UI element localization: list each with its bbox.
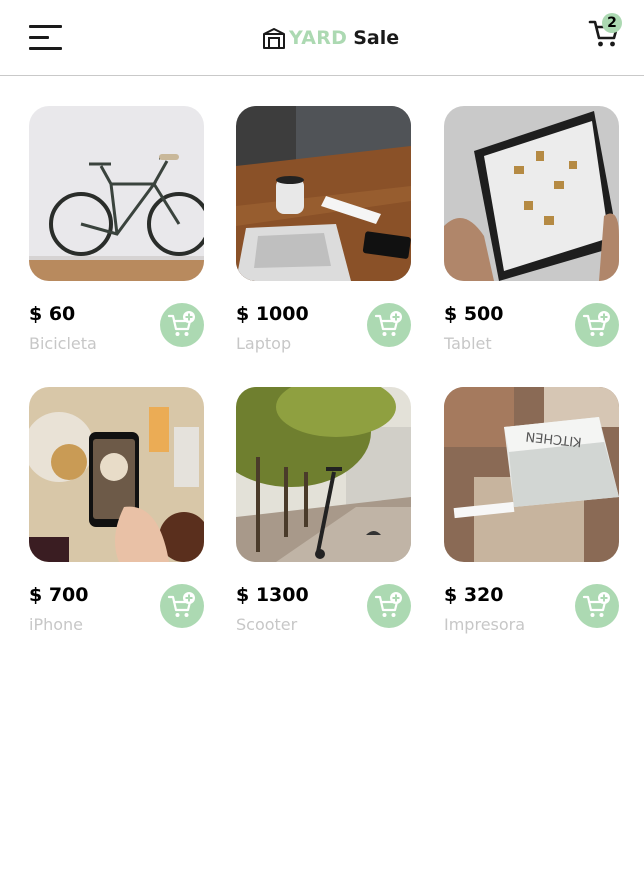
logo-text-yard: YARD [289,27,348,49]
add-to-cart-button[interactable] [575,584,619,628]
product-price: $ 1000 [236,303,309,325]
add-to-cart-icon [374,592,402,617]
add-to-cart-button[interactable] [160,303,204,347]
product-name: Bicicleta [29,334,97,353]
product-card: $ 1300 Scooter [236,387,411,647]
product-card: $ 700 iPhone [29,387,204,647]
product-price: $ 60 [29,303,76,325]
product-price: $ 500 [444,303,504,325]
add-to-cart-icon [167,311,195,336]
product-name: Tablet [444,334,492,353]
add-to-cart-button[interactable] [367,584,411,628]
product-image-phone[interactable] [29,387,204,562]
shop-building-icon [263,28,285,49]
add-to-cart-icon [374,311,402,336]
product-price: $ 700 [29,584,89,606]
add-to-cart-button[interactable] [367,303,411,347]
logo-text-sale: Sale [353,27,400,49]
product-name: iPhone [29,615,84,634]
product-price: $ 1300 [236,584,309,606]
product-card: $ 1000 Laptop [236,106,411,366]
add-to-cart-button[interactable] [575,303,619,347]
yard-sale-logo[interactable]: YARD Sale [262,23,399,53]
shopping-cart-button[interactable]: 2 [586,13,632,53]
product-image-scooter[interactable] [236,387,411,562]
product-card: $ 500 Tablet [444,106,619,366]
product-image-tablet[interactable] [444,106,619,281]
add-to-cart-button[interactable] [160,584,204,628]
product-image-printer[interactable]: KITCHEN [444,387,619,562]
product-card: $ 60 Bicicleta [29,106,204,366]
product-name: Impresora [444,615,526,634]
product-image-laptop[interactable] [236,106,411,281]
product-name: Scooter [236,615,298,634]
add-to-cart-icon [582,311,610,336]
cart-count-badge: 2 [602,13,622,33]
product-card: KITCHEN $ 320 Impresora [444,387,619,647]
top-navbar: YARD Sale 2 [0,0,644,76]
add-to-cart-icon [167,592,195,617]
product-image-bicycle[interactable] [29,106,204,281]
add-to-cart-icon [582,592,610,617]
product-price: $ 320 [444,584,504,606]
product-name: Laptop [236,334,292,353]
hamburger-menu-icon[interactable] [29,25,62,51]
